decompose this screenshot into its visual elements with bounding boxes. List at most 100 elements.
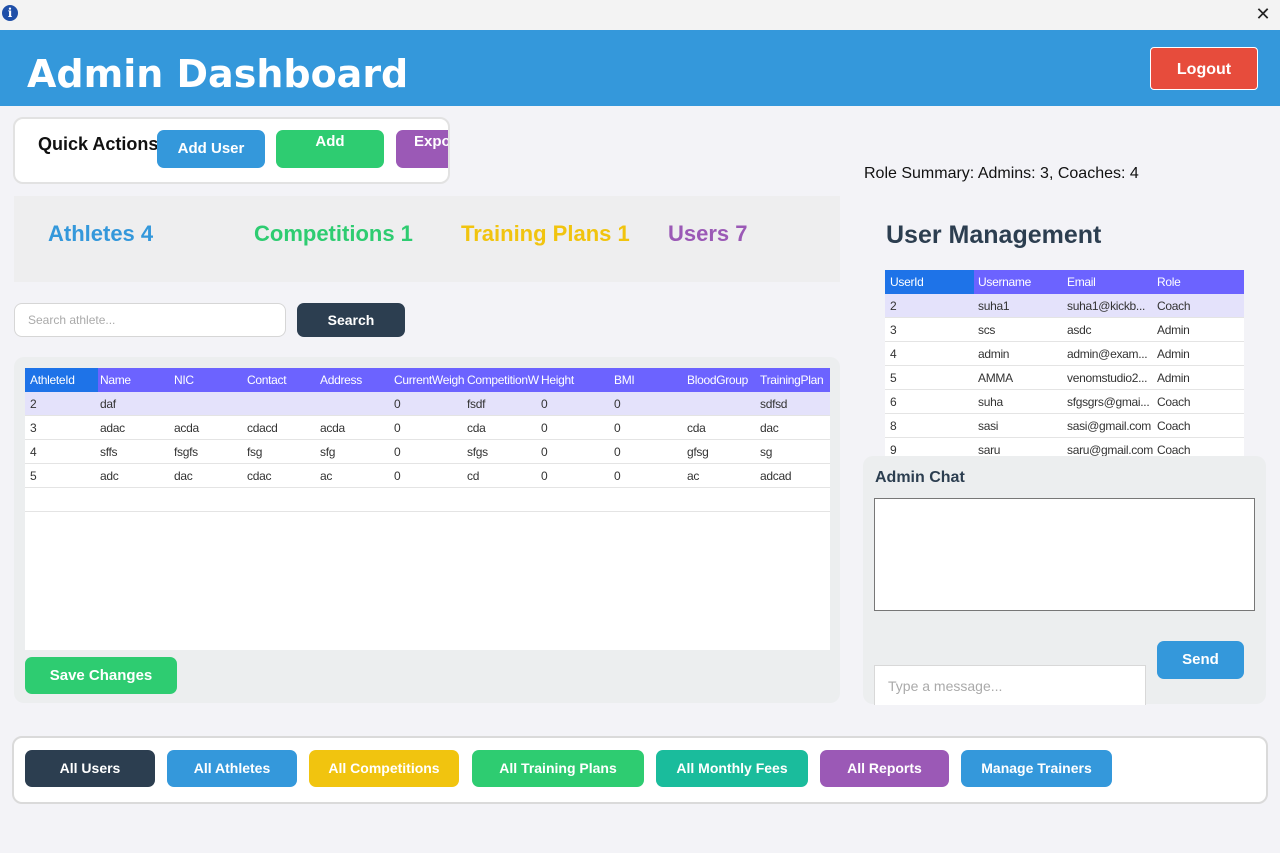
table-cell[interactable]: 0 [541,392,612,416]
table-cell[interactable]: Coach [1157,390,1242,414]
table-cell[interactable]: 0 [614,392,685,416]
column-header[interactable]: TrainingPlan [760,368,830,392]
table-cell[interactable]: cdac [247,464,318,488]
table-cell[interactable]: cda [467,416,539,440]
table-row-empty[interactable] [25,488,830,512]
table-row[interactable]: 2 daf 0 fsdf 0 0 sdfsd [25,392,830,416]
column-header[interactable]: Name [100,368,174,392]
table-cell[interactable]: adac [100,416,172,440]
column-header[interactable]: AthleteId [25,368,98,392]
chat-history[interactable] [874,498,1255,611]
column-header[interactable]: CurrentWeigh [394,368,467,392]
table-cell[interactable]: dac [760,416,828,440]
table-cell[interactable]: 0 [541,464,612,488]
table-cell[interactable]: Admin [1157,318,1242,342]
table-cell[interactable]: sasi@gmail.com [1067,414,1155,438]
table-cell[interactable]: 0 [541,440,612,464]
table-row[interactable]: 8 sasi sasi@gmail.com Coach [885,414,1244,438]
table-cell[interactable]: cd [467,464,539,488]
column-header[interactable]: NIC [174,368,247,392]
column-header[interactable]: BloodGroup [687,368,760,392]
table-cell[interactable]: 3 [30,416,96,440]
table-cell[interactable]: admin [978,342,1065,366]
table-cell[interactable]: 0 [541,416,612,440]
column-header[interactable]: Height [541,368,614,392]
column-header[interactable]: CompetitionW [467,368,541,392]
table-cell[interactable]: scs [978,318,1065,342]
table-row[interactable]: 2 suha1 suha1@kickb... Coach [885,294,1244,318]
table-cell[interactable]: acda [174,416,245,440]
chat-message-input[interactable]: Type a message... [874,665,1146,705]
send-button[interactable]: Send [1157,641,1244,679]
table-cell[interactable]: 0 [614,416,685,440]
table-cell[interactable]: adc [100,464,172,488]
table-cell[interactable]: fsdf [467,392,539,416]
search-button[interactable]: Search [297,303,405,337]
table-cell[interactable]: ac [320,464,392,488]
table-row[interactable]: 4 admin admin@exam... Admin [885,342,1244,366]
table-row[interactable]: 3 scs asdc Admin [885,318,1244,342]
table-cell[interactable]: 2 [890,294,972,318]
table-cell[interactable]: ac [687,464,758,488]
column-header[interactable]: UserId [885,270,974,294]
table-cell[interactable]: sfgsgrs@gmai... [1067,390,1155,414]
table-cell[interactable]: 0 [394,392,465,416]
table-row[interactable]: 4 sffs fsgfs fsg sfg 0 sfgs 0 0 gfsg sg [25,440,830,464]
table-cell[interactable]: 3 [890,318,972,342]
table-cell[interactable]: adcad [760,464,828,488]
table-cell[interactable]: saru [978,438,1065,456]
all-athletes-button[interactable]: All Athletes [167,750,297,787]
users-table[interactable]: UserId Username Email Role 2 suha1 suha1@kickb… [885,270,1244,456]
table-cell[interactable]: 5 [890,366,972,390]
table-cell[interactable]: Admin [1157,366,1242,390]
table-cell[interactable]: AMMA [978,366,1065,390]
add-button[interactable]: Add [276,130,384,168]
all-training-plans-button[interactable]: All Training Plans [472,750,644,787]
table-cell[interactable]: 0 [614,440,685,464]
table-cell[interactable]: 0 [614,464,685,488]
table-cell[interactable]: suha1 [978,294,1065,318]
table-cell[interactable]: 0 [394,464,465,488]
table-row[interactable]: 5 adc dac cdac ac 0 cd 0 0 ac adcad [25,464,830,488]
table-cell[interactable]: Coach [1157,414,1242,438]
column-header[interactable]: Role [1157,270,1244,294]
table-cell[interactable]: sfg [320,440,392,464]
table-cell[interactable]: admin@exam... [1067,342,1155,366]
athletes-table[interactable]: AthleteId Name NIC Contact Address CurrentWei… [25,368,830,650]
table-cell[interactable]: 9 [890,438,972,456]
export-button[interactable]: Expo [396,130,448,168]
table-row[interactable]: 5 AMMA venomstudio2... Admin [885,366,1244,390]
table-cell[interactable]: gfsg [687,440,758,464]
table-cell[interactable]: suha [978,390,1065,414]
column-header[interactable]: Username [978,270,1067,294]
table-cell[interactable]: fsg [247,440,318,464]
table-cell[interactable]: acda [320,416,392,440]
table-cell[interactable]: sdfsd [760,392,828,416]
table-cell[interactable]: 0 [394,416,465,440]
table-cell[interactable]: suha1@kickb... [1067,294,1155,318]
table-row[interactable]: 6 suha sfgsgrs@gmai... Coach [885,390,1244,414]
table-cell[interactable]: Admin [1157,342,1242,366]
table-row[interactable]: 9 saru saru@gmail.com Coach [885,438,1244,456]
table-row[interactable]: 3 adac acda cdacd acda 0 cda 0 0 cda dac [25,416,830,440]
table-cell[interactable]: saru@gmail.com [1067,438,1155,456]
all-users-button[interactable]: All Users [25,750,155,787]
table-cell[interactable]: cdacd [247,416,318,440]
search-input[interactable]: Search athlete... [14,303,286,337]
logout-button[interactable]: Logout [1150,47,1258,90]
column-header[interactable]: Contact [247,368,320,392]
table-cell[interactable]: sasi [978,414,1065,438]
table-cell[interactable]: fsgfs [174,440,245,464]
all-reports-button[interactable]: All Reports [820,750,949,787]
table-cell[interactable]: 4 [890,342,972,366]
column-header[interactable]: BMI [614,368,687,392]
table-cell[interactable]: asdc [1067,318,1155,342]
close-icon[interactable]: ✕ [1252,3,1274,25]
all-competitions-button[interactable]: All Competitions [309,750,459,787]
add-user-button[interactable]: Add User [157,130,265,168]
table-cell[interactable]: Coach [1157,294,1242,318]
table-cell[interactable]: daf [100,392,172,416]
table-cell[interactable]: sg [760,440,828,464]
table-cell[interactable]: venomstudio2... [1067,366,1155,390]
manage-trainers-button[interactable]: Manage Trainers [961,750,1112,787]
